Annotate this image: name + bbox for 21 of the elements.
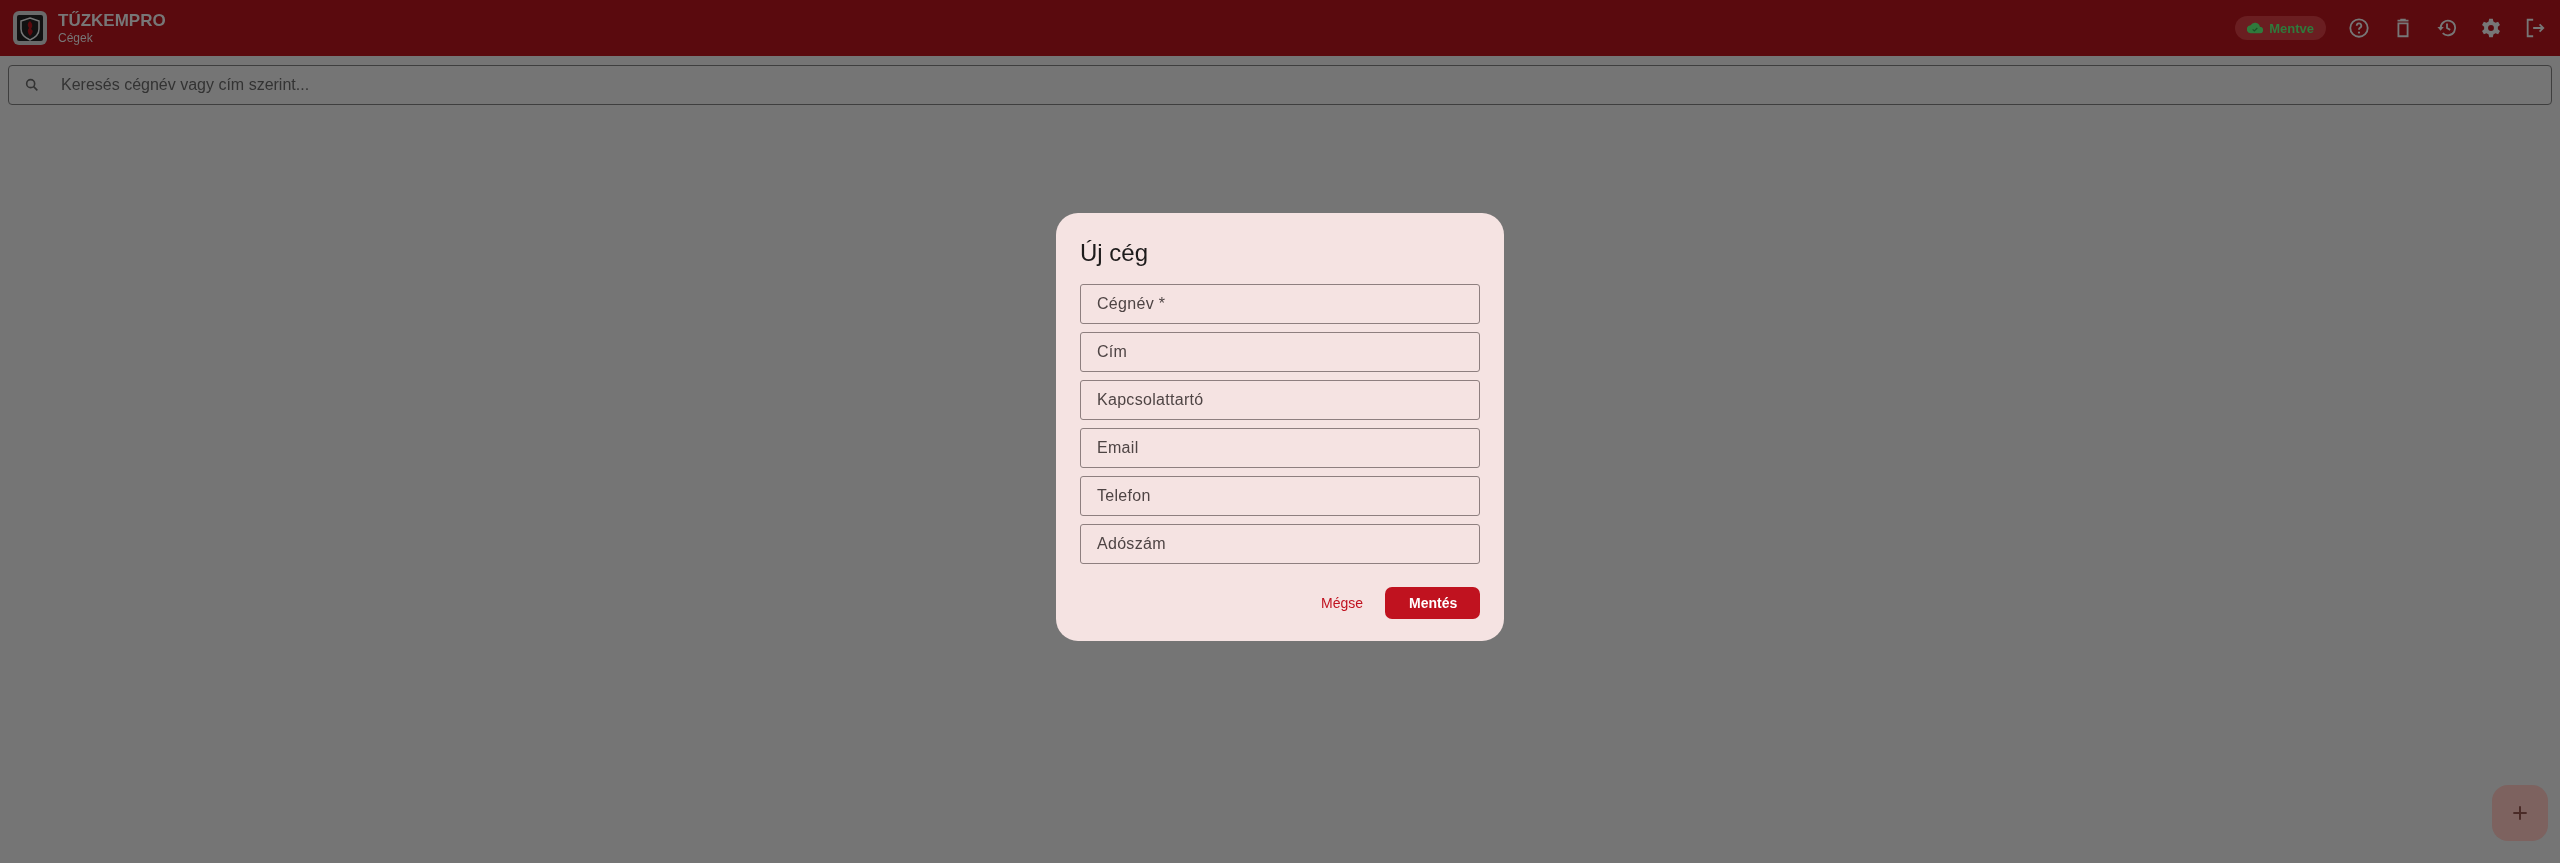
save-button[interactable]: Mentés bbox=[1385, 587, 1480, 619]
app-subtitle: Cégek bbox=[58, 31, 94, 45]
history-icon bbox=[2436, 17, 2458, 39]
settings-icon bbox=[2480, 17, 2502, 39]
cloud-check-icon bbox=[2247, 20, 2264, 36]
logout-icon bbox=[2524, 17, 2546, 39]
cancel-button[interactable]: Mégse bbox=[1318, 587, 1365, 619]
sync-status-chip: Mentve bbox=[2235, 16, 2326, 40]
search-field[interactable]: Keresés cégnév vagy cím szerint... bbox=[8, 65, 2552, 105]
input-field[interactable]: Cégnév * bbox=[1080, 284, 1480, 324]
help-icon bbox=[2348, 17, 2370, 39]
search-icon bbox=[24, 77, 40, 93]
input-field[interactable]: Telefon bbox=[1080, 476, 1480, 516]
input-field[interactable]: Cím bbox=[1080, 332, 1480, 372]
input-field[interactable]: Email bbox=[1080, 428, 1480, 468]
plus-icon bbox=[2510, 803, 2530, 823]
input-field[interactable]: Adószám bbox=[1080, 524, 1480, 564]
dialog-title: Új cég bbox=[1080, 239, 1150, 267]
app-title: TŰZKEMPRO bbox=[58, 11, 166, 31]
shield-logo-icon bbox=[12, 10, 48, 46]
input-field[interactable]: Kapcsolattartó bbox=[1080, 380, 1480, 420]
